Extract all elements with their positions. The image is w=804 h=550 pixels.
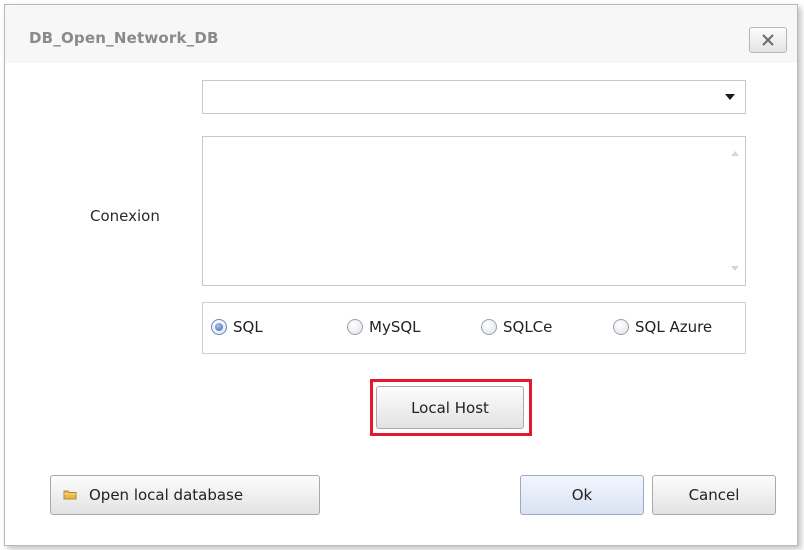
- radio-sql-label: SQL: [233, 318, 263, 336]
- radio-sqlce-circle[interactable]: [481, 319, 497, 335]
- close-icon: [762, 34, 774, 46]
- radio-mysql[interactable]: MySQL: [347, 318, 421, 336]
- radio-sql-azure-circle[interactable]: [613, 319, 629, 335]
- connection-dropdown[interactable]: [202, 80, 746, 114]
- local-host-button[interactable]: Local Host: [376, 386, 524, 429]
- radio-mysql-circle[interactable]: [347, 319, 363, 335]
- cancel-button[interactable]: Cancel: [652, 475, 776, 515]
- open-local-database-button[interactable]: Open local database: [50, 475, 320, 515]
- connection-label: Conexion: [90, 207, 160, 225]
- radio-sql[interactable]: SQL: [211, 318, 263, 336]
- database-type-radio-group: SQL MySQL SQLCe SQL Azure: [202, 302, 746, 354]
- radio-mysql-label: MySQL: [369, 318, 421, 336]
- close-button[interactable]: [749, 27, 787, 53]
- folder-icon: [63, 490, 77, 500]
- open-local-database-label: Open local database: [89, 486, 244, 504]
- radio-selected-dot: [215, 323, 223, 331]
- radio-sqlce-label: SQLCe: [503, 318, 553, 336]
- scroll-up-icon[interactable]: [725, 137, 745, 285]
- cancel-button-label: Cancel: [688, 486, 740, 504]
- dialog-title: DB_Open_Network_DB: [29, 29, 219, 47]
- ok-button[interactable]: Ok: [520, 475, 644, 515]
- chevron-down-icon[interactable]: [725, 94, 735, 100]
- radio-sqlce[interactable]: SQLCe: [481, 318, 552, 336]
- vertical-scrollbar[interactable]: [725, 137, 745, 285]
- title-bar: DB_Open_Network_DB: [5, 5, 797, 63]
- local-host-button-label: Local Host: [411, 398, 489, 417]
- ok-button-label: Ok: [571, 486, 593, 504]
- radio-sql-azure-label: SQL Azure: [635, 318, 713, 336]
- radio-sql-azure[interactable]: SQL Azure: [613, 318, 712, 336]
- radio-sql-circle[interactable]: [211, 319, 227, 335]
- connection-string-textarea[interactable]: [202, 136, 746, 286]
